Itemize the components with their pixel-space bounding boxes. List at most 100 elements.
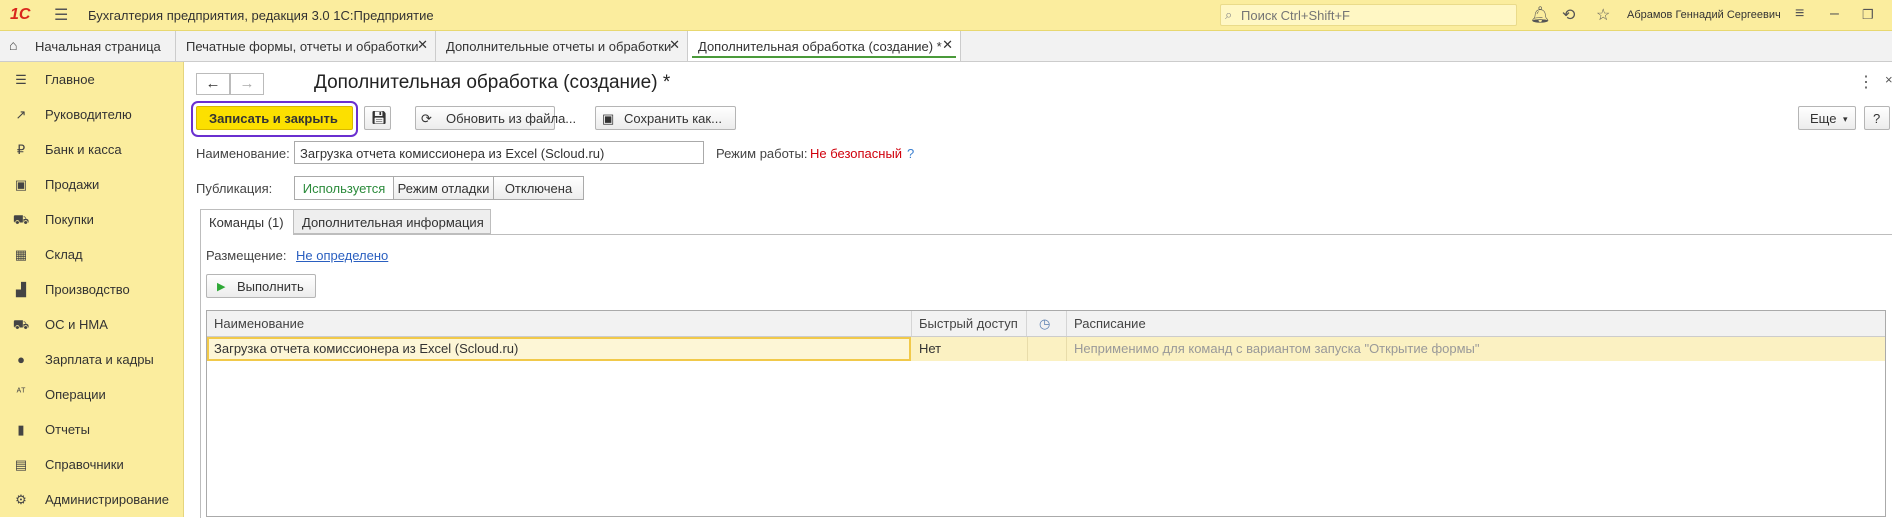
sidebar-item-sales[interactable]: ▣ Продажи (0, 167, 183, 202)
table-row[interactable]: Загрузка отчета комиссионера из Excel (S… (207, 337, 1885, 361)
back-button[interactable]: ← (196, 73, 230, 95)
grid-icon: ▦ (14, 247, 28, 262)
chevron-down-icon: ▾ (1843, 114, 1848, 124)
close-icon[interactable]: ✕ (942, 37, 953, 53)
restore-icon[interactable]: ❐ (1862, 7, 1874, 23)
placement-link[interactable]: Не определено (296, 248, 388, 263)
tab-bar: ⌂ Начальная страница Печатные формы, отч… (0, 31, 1892, 62)
sidebar-item-administration[interactable]: ⚙ Администрирование (0, 482, 183, 517)
more-button[interactable]: Еще ▾ (1798, 106, 1856, 130)
execute-label: Выполнить (237, 279, 304, 294)
column-header-label: Быстрый доступ (919, 316, 1018, 331)
sidebar-item-label: Покупки (45, 212, 94, 227)
update-from-file-button[interactable]: ⟳ Обновить из файла... (415, 106, 576, 130)
settings-menu-icon[interactable]: ≡ (1795, 5, 1804, 23)
forward-button[interactable]: → (230, 73, 264, 95)
update-from-file-label: Обновить из файла... (446, 111, 577, 126)
menu-icon[interactable]: ☰ (54, 5, 68, 25)
bag-icon: ▣ (14, 177, 28, 192)
book-icon: ▤ (14, 457, 28, 472)
tab-commands-label: Команды (1) (209, 215, 284, 230)
clock-icon: ◷ (1039, 316, 1051, 331)
sidebar-item-label: Операции (45, 387, 106, 402)
sidebar-item-bank[interactable]: ₽ Банк и касса (0, 132, 183, 167)
cell-clock[interactable] (1027, 337, 1067, 361)
sidebar-item-label: Продажи (45, 177, 100, 192)
publication-label: Публикация: (196, 181, 273, 196)
sidebar-item-main[interactable]: ☰ Главное (0, 62, 183, 97)
tab-home[interactable]: ⌂ Начальная страница (0, 31, 175, 61)
tab-additional-processing[interactable]: Дополнительная обработка (создание) * ✕ (687, 31, 961, 61)
publication-debug[interactable]: Режим отладки (393, 176, 494, 200)
save-as-button[interactable]: ▣ Сохранить как... (595, 106, 736, 130)
sidebar-item-production[interactable]: ▟ Производство (0, 272, 183, 307)
ruble-icon: ₽ (16, 142, 26, 157)
cell-quick-access[interactable]: Нет (912, 337, 1027, 361)
tab-label: Дополнительная обработка (создание) * (698, 39, 942, 54)
mode-help-icon[interactable]: ? (907, 146, 914, 161)
cell-quick-access-text: Нет (919, 341, 942, 356)
list-icon: ☰ (15, 72, 27, 87)
help-button[interactable]: ? (1864, 106, 1890, 130)
sidebar-item-salary[interactable]: ● Зарплата и кадры (0, 342, 183, 377)
sidebar-item-purchases[interactable]: ⛟ Покупки (0, 202, 183, 237)
save-as-label: Сохранить как... (624, 111, 722, 126)
cell-name[interactable]: Загрузка отчета комиссионера из Excel (S… (207, 337, 911, 361)
mode-value: Не безопасный (810, 146, 903, 161)
sidebar-item-assets[interactable]: ⛟ ОС и НМА (0, 307, 183, 342)
close-icon[interactable]: ✕ (417, 37, 428, 53)
publication-disabled[interactable]: Отключена (493, 176, 584, 200)
placement-label: Размещение: (206, 248, 287, 263)
more-options-icon[interactable]: ⋮ (1858, 72, 1874, 92)
column-header-name[interactable]: Наименование (207, 311, 912, 336)
tab-print-forms[interactable]: Печатные формы, отчеты и обработки ✕ (175, 31, 435, 61)
publication-disabled-label: Отключена (504, 181, 573, 196)
column-header-quick-access[interactable]: Быстрый доступ (912, 311, 1027, 336)
help-label: ? (1873, 111, 1881, 126)
tab-additional-info-label: Дополнительная информация (302, 215, 484, 230)
save-close-button[interactable]: Записать и закрыть (196, 106, 353, 130)
trend-icon: ↗ (15, 107, 27, 122)
close-icon[interactable]: ✕ (669, 37, 680, 53)
save-close-label: Записать и закрыть (209, 111, 338, 126)
close-icon[interactable]: × (1885, 72, 1892, 87)
publication-used[interactable]: Используется (294, 176, 394, 200)
table-header: Наименование Быстрый доступ ◷ Расписание (207, 311, 1885, 337)
tab-additional-reports[interactable]: Дополнительные отчеты и обработки ✕ (435, 31, 687, 61)
sidebar-item-directories[interactable]: ▤ Справочники (0, 447, 183, 482)
sidebar-item-manager[interactable]: ↗ Руководителю (0, 97, 183, 132)
search-input[interactable] (1241, 7, 1511, 23)
bell-icon[interactable]: 🔔︎ (1530, 5, 1550, 25)
cell-schedule-text: Неприменимо для команд с вариантом запус… (1074, 341, 1480, 356)
tab-additional-info[interactable]: Дополнительная информация (293, 209, 491, 234)
name-field[interactable]: Загрузка отчета комиссионера из Excel (S… (294, 141, 704, 164)
person-icon: ● (17, 352, 25, 367)
sidebar-item-label: Склад (45, 247, 83, 262)
history-icon[interactable]: ⟲ (1562, 5, 1575, 25)
cell-schedule[interactable]: Неприменимо для команд с вариантом запус… (1067, 337, 1885, 361)
search-box[interactable]: ⌕ (1220, 4, 1517, 26)
minimize-icon[interactable]: – (1830, 5, 1839, 23)
user-name[interactable]: Абрамов Геннадий Сергеевич (1627, 9, 1781, 21)
sidebar-item-warehouse[interactable]: ▦ Склад (0, 237, 183, 272)
tab-commands[interactable]: Команды (1) (200, 209, 294, 235)
sidebar-item-operations[interactable]: ᴬᵀ Операции (0, 377, 183, 412)
sidebar-item-label: Зарплата и кадры (45, 352, 154, 367)
save-button[interactable]: 💾︎ (364, 106, 391, 130)
column-header-label: Наименование (214, 316, 305, 331)
tab-label: Дополнительные отчеты и обработки (446, 39, 672, 54)
execute-button[interactable]: ▶ Выполнить (206, 274, 316, 298)
gear-icon: ⚙ (15, 492, 27, 507)
factory-icon: ▟ (16, 282, 26, 297)
sidebar-item-reports[interactable]: ▮ Отчеты (0, 412, 183, 447)
tab-home-label: Начальная страница (35, 39, 161, 54)
column-header-schedule[interactable]: Расписание (1067, 311, 1885, 336)
bar-chart-icon: ▮ (17, 422, 25, 437)
floppy-icon: ▣ (602, 111, 615, 126)
play-icon: ▶ (217, 281, 226, 293)
sidebar-item-label: Администрирование (45, 492, 169, 507)
star-icon[interactable]: ☆ (1596, 5, 1610, 25)
column-header-clock[interactable]: ◷ (1027, 311, 1067, 336)
dt-kt-icon: ᴬᵀ (16, 387, 26, 398)
commands-table: Наименование Быстрый доступ ◷ Расписание… (206, 310, 1886, 517)
